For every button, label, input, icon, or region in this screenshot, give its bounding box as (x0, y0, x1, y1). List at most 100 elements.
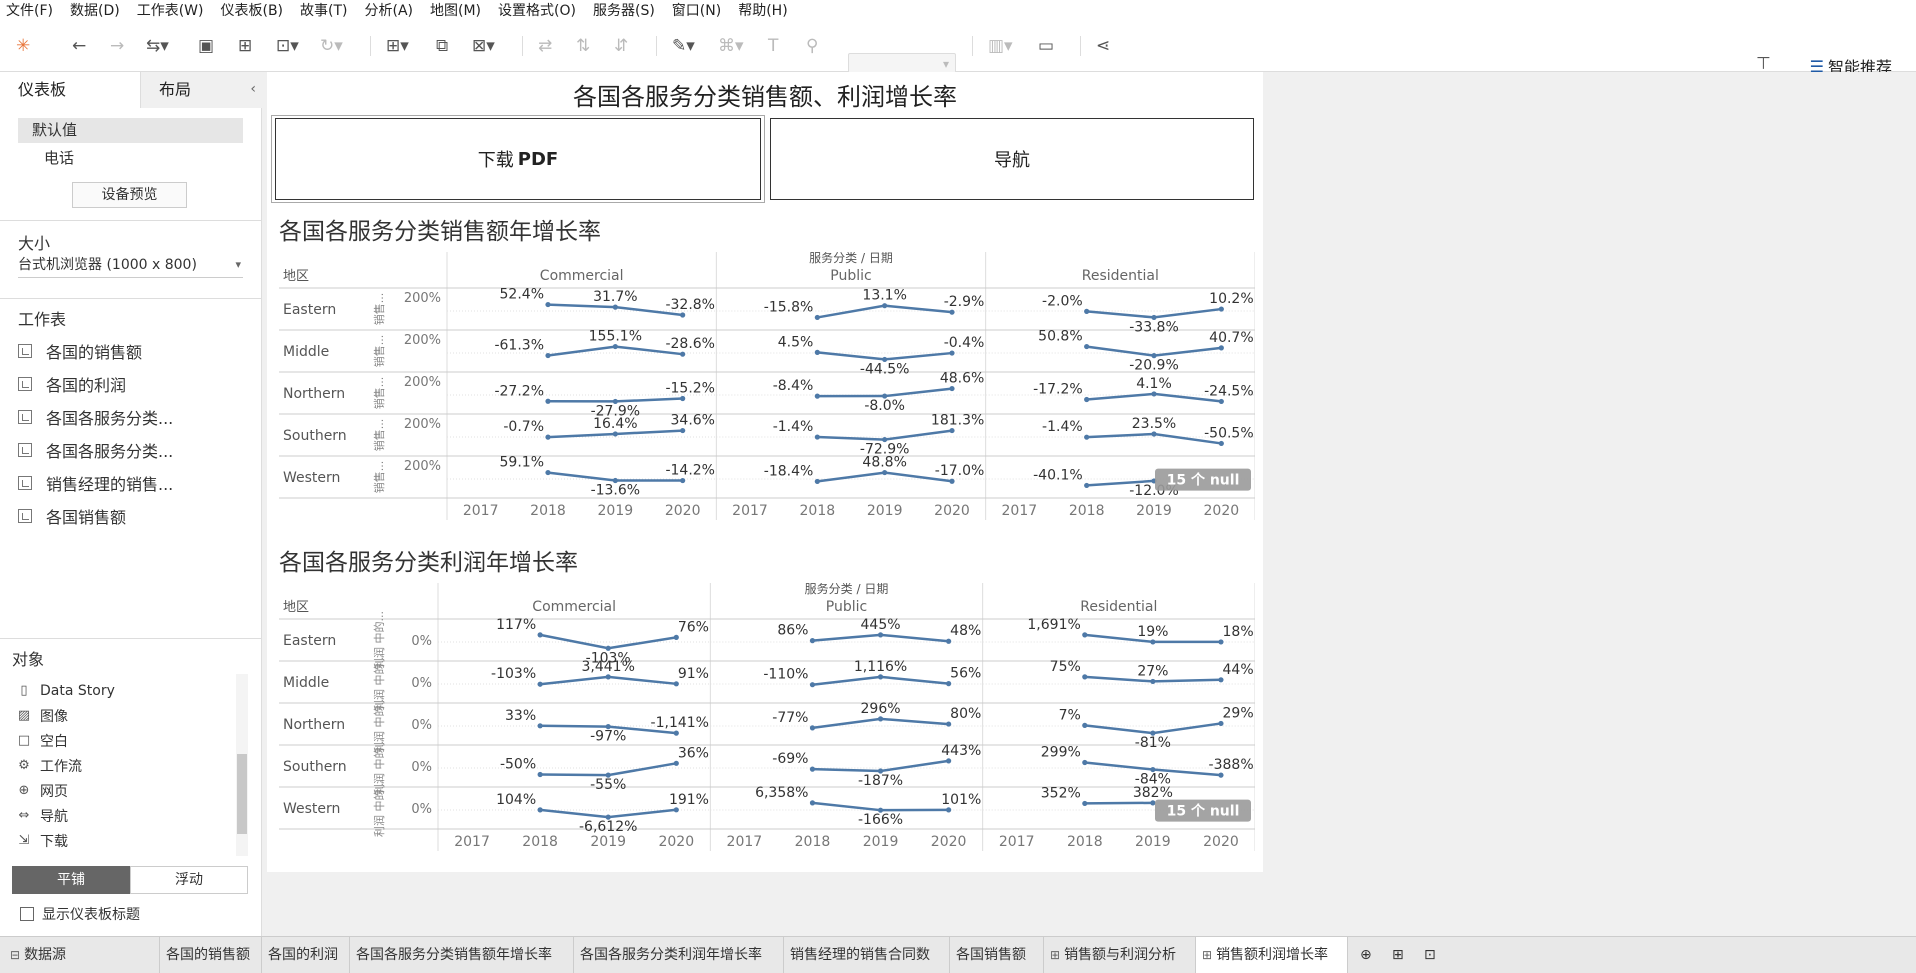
menu-item-10[interactable]: 帮助(H) (738, 0, 787, 20)
data-point[interactable] (949, 478, 955, 484)
data-point[interactable] (1082, 800, 1088, 807)
menu-item-3[interactable]: 仪表板(B) (220, 0, 283, 20)
show-labels-icon[interactable]: ▥▾ (988, 34, 1013, 58)
worksheet-item[interactable]: 各国销售额 (18, 499, 248, 532)
data-point[interactable] (814, 393, 820, 399)
menu-item-9[interactable]: 窗口(N) (672, 0, 721, 20)
data-point[interactable] (946, 807, 952, 813)
data-point[interactable] (673, 681, 679, 687)
group-icon[interactable]: ⌘▾ (718, 34, 744, 58)
data-point[interactable] (537, 807, 543, 813)
menu-item-6[interactable]: 地图(M) (430, 0, 481, 20)
data-point[interactable] (545, 469, 551, 476)
data-point[interactable] (1218, 677, 1224, 683)
sort-desc-icon[interactable]: ⇵ (614, 34, 628, 58)
object-item[interactable]: ⇔ 导航 (14, 803, 239, 828)
object-item[interactable]: ▯ Data Story (14, 678, 239, 703)
object-item[interactable]: □ 空白 (14, 728, 239, 753)
redo-icon[interactable]: → (110, 34, 124, 58)
data-point[interactable] (537, 632, 543, 638)
data-point[interactable] (877, 674, 884, 680)
data-point[interactable] (1150, 678, 1156, 685)
data-point[interactable] (877, 632, 884, 638)
tab-dashboard[interactable]: 仪表板 (0, 72, 140, 108)
swap-icon[interactable]: ⇄ (538, 34, 552, 58)
data-point[interactable] (1218, 720, 1224, 727)
data-point[interactable] (946, 638, 952, 644)
data-point[interactable] (680, 427, 686, 434)
new-datasource-icon[interactable]: ⊞ (238, 34, 252, 58)
data-point[interactable] (1151, 431, 1157, 437)
menu-item-4[interactable]: 故事(T) (300, 0, 347, 20)
data-point[interactable] (1218, 639, 1224, 645)
data-point[interactable] (1218, 398, 1224, 405)
menu-item-7[interactable]: 设置格式(O) (498, 0, 576, 20)
pause-update-icon[interactable]: ⊡▾ (276, 34, 299, 58)
data-point[interactable] (877, 716, 884, 722)
worksheet-item[interactable]: 各国各服务分类... (18, 400, 248, 433)
sheet-tab[interactable]: ⊞ 销售额与利润分析 (1044, 937, 1196, 973)
data-point[interactable] (537, 681, 543, 687)
data-point[interactable] (809, 682, 816, 688)
device-default[interactable]: 默认值 (18, 118, 243, 143)
data-point[interactable] (1082, 722, 1088, 728)
refresh-icon[interactable]: ↻▾ (320, 34, 343, 58)
data-point[interactable] (1084, 343, 1090, 350)
save-icon[interactable]: ▣ (198, 34, 214, 58)
worksheet-item[interactable]: 各国各服务分类... (18, 433, 248, 466)
worksheet-item[interactable]: 各国的销售额 (18, 334, 248, 367)
data-point[interactable] (605, 674, 611, 680)
data-point[interactable] (1150, 639, 1156, 645)
download-pdf-button[interactable]: 下载 PDF (275, 118, 761, 200)
data-point[interactable] (814, 478, 820, 485)
data-point[interactable] (673, 760, 679, 766)
menu-item-2[interactable]: 工作表(W) (137, 0, 204, 20)
menu-item-0[interactable]: 文件(F) (6, 0, 53, 20)
data-point[interactable] (809, 766, 816, 772)
data-point[interactable] (809, 638, 816, 644)
sheet-tab[interactable]: ⊟ 数据源 (0, 937, 160, 973)
duplicate-icon[interactable]: ⧉ (436, 34, 448, 58)
size-select[interactable]: 台式机浏览器 (1000 x 800) (18, 254, 243, 278)
worksheet-item[interactable]: 各国的利润 (18, 367, 248, 400)
data-point[interactable] (680, 477, 686, 484)
sales-growth-view[interactable]: 服务分类 / 日期地区 Commercial Public Residential Ea… (279, 252, 1255, 522)
data-point[interactable] (809, 800, 816, 806)
data-point[interactable] (1218, 440, 1224, 447)
data-point[interactable] (814, 434, 820, 440)
device-preview-button[interactable]: 设备预览 (72, 182, 187, 208)
data-point[interactable] (1218, 306, 1224, 312)
new-dashboard-icon[interactable]: ⊞ (1386, 937, 1410, 973)
object-item[interactable]: ▨ 图像 (14, 703, 239, 728)
sheet-tab[interactable]: 销售经理的销售合同数 (784, 937, 950, 973)
object-item[interactable]: ⚙ 工作流 (14, 753, 239, 778)
data-point[interactable] (545, 352, 551, 359)
profit-growth-view[interactable]: 服务分类 / 日期地区 Commercial Public Residential Ea… (279, 583, 1255, 869)
data-point[interactable] (537, 723, 543, 729)
data-point[interactable] (882, 469, 888, 476)
clear-icon[interactable]: ⊠▾ (472, 34, 495, 58)
floating-button[interactable]: 浮动 (130, 866, 248, 894)
data-point[interactable] (680, 351, 686, 357)
object-item[interactable]: ⇲ 下载 (14, 828, 239, 853)
data-point[interactable] (680, 312, 686, 318)
highlight-icon[interactable]: ✎▾ (672, 34, 695, 58)
tableau-logo-icon[interactable]: ✳ (16, 34, 30, 58)
data-point[interactable] (1084, 434, 1090, 440)
sheet-tab[interactable]: 各国各服务分类销售额年增长率 (350, 937, 574, 973)
sort-asc-icon[interactable]: ⇅ (576, 34, 590, 58)
new-sheet-icon[interactable]: ⊞▾ (386, 34, 409, 58)
data-point[interactable] (1218, 772, 1224, 778)
data-point[interactable] (612, 431, 618, 437)
data-point[interactable] (1218, 345, 1224, 351)
data-point[interactable] (882, 303, 888, 309)
sheet-tab[interactable]: ⊞ 销售额利润增长率 (1196, 937, 1348, 973)
pin-icon[interactable]: ⚲ (806, 34, 818, 58)
sheet-tab[interactable]: 各国销售额 (950, 937, 1044, 973)
data-point[interactable] (1082, 674, 1088, 680)
tiled-button[interactable]: 平铺 (12, 866, 130, 894)
label-icon[interactable]: T (768, 34, 778, 58)
data-point[interactable] (612, 343, 618, 350)
data-point[interactable] (545, 398, 551, 404)
menu-item-8[interactable]: 服务器(S) (593, 0, 655, 20)
